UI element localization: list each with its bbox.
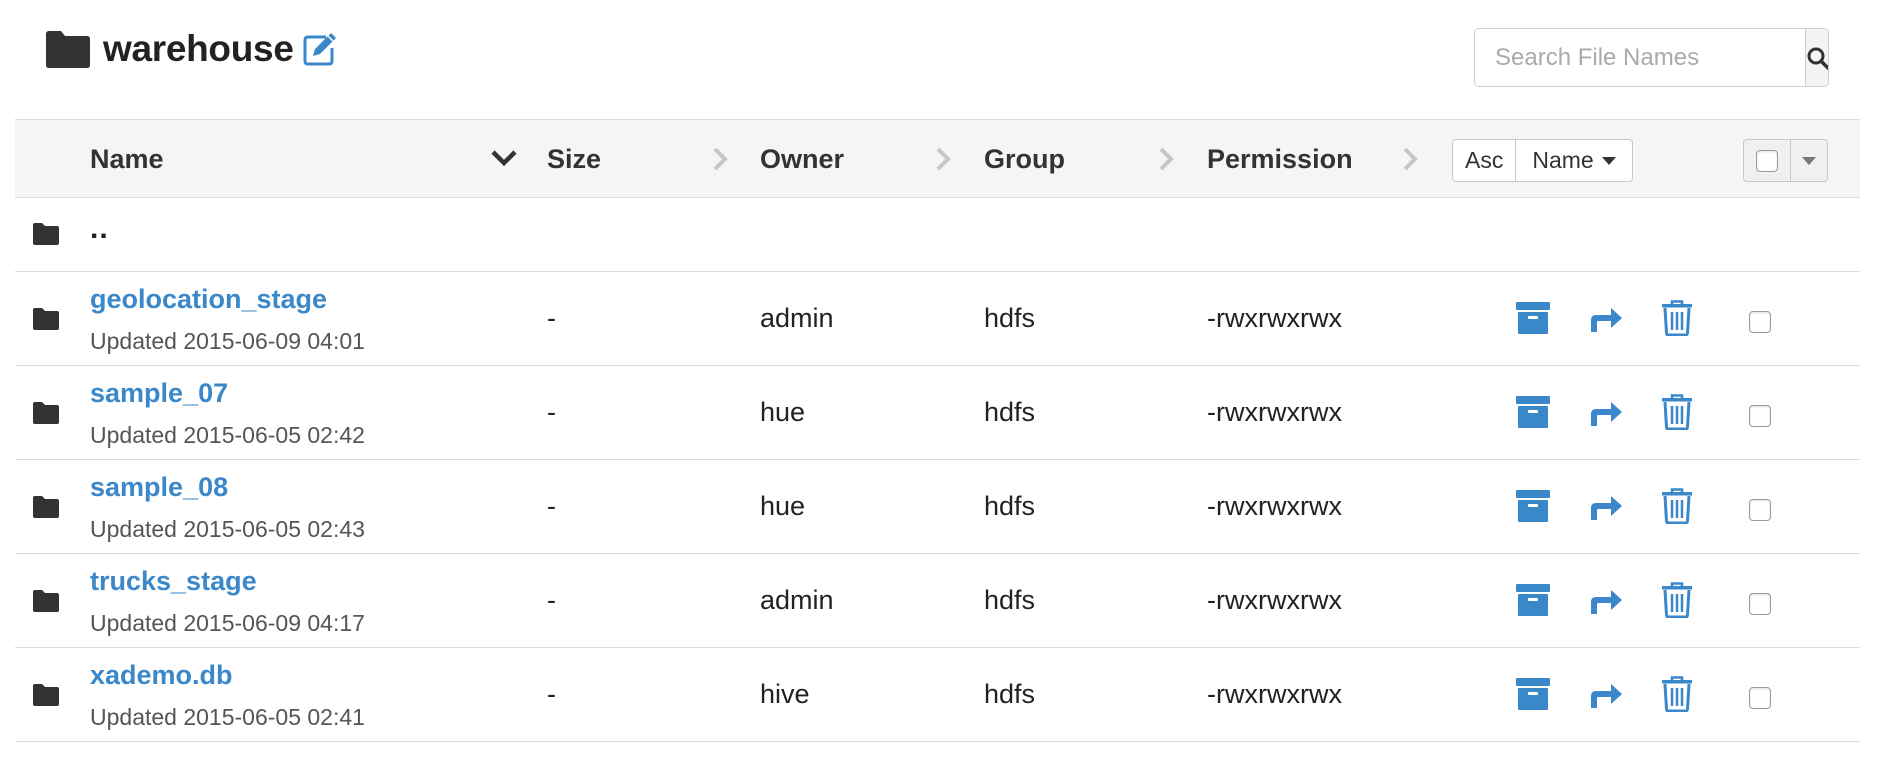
file-size: - [547,397,556,427]
file-permission: -rwxrwxrwx [1207,585,1342,615]
folder-icon [32,307,60,331]
file-name-link[interactable]: xademo.db [90,660,233,691]
search-button[interactable] [1805,29,1828,86]
parent-directory-row[interactable]: .. [15,198,1860,272]
edit-icon[interactable] [302,31,338,67]
archive-icon[interactable] [1515,394,1551,430]
chevron-right-icon[interactable] [1398,144,1422,174]
file-size: - [547,303,556,333]
file-updated-text: Updated 2015-06-09 04:17 [90,610,365,636]
file-size: - [547,679,556,709]
file-group: hdfs [984,397,1036,427]
move-icon[interactable] [1589,398,1623,428]
move-icon[interactable] [1589,492,1623,522]
file-group: hdfs [984,679,1036,709]
column-header-size[interactable]: Size [547,120,601,199]
search-box [1474,28,1829,87]
file-updated-text: Updated 2015-06-05 02:43 [90,516,365,542]
column-header-name[interactable]: Name [90,120,164,199]
sort-field-dropdown[interactable]: Name [1515,140,1631,181]
sort-order-button[interactable]: Asc [1453,140,1515,181]
file-owner: hue [760,397,806,427]
file-size: - [547,585,556,615]
table-row[interactable]: geolocation_stage Updated 2015-06-09 04:… [15,272,1860,366]
folder-icon [32,495,60,519]
row-checkbox[interactable] [1749,405,1771,427]
move-icon[interactable] [1589,680,1623,710]
archive-icon[interactable] [1515,676,1551,712]
table-row[interactable]: sample_07 Updated 2015-06-05 02:42 - hue… [15,366,1860,460]
folder-icon [32,589,60,613]
folder-icon [46,31,90,68]
file-name-link[interactable]: sample_07 [90,378,228,409]
trash-icon[interactable] [1661,582,1693,618]
table-header: Name Size Owner Group Permission Asc Nam… [15,119,1860,198]
file-owner: hue [760,491,806,521]
chevron-right-icon[interactable] [1154,144,1178,174]
folder-icon [32,222,60,246]
file-owner: admin [760,303,834,333]
file-updated-text: Updated 2015-06-05 02:41 [90,704,365,730]
file-group: hdfs [984,303,1036,333]
sort-control: Asc Name [1452,139,1633,182]
row-checkbox[interactable] [1749,499,1771,521]
trash-icon[interactable] [1661,394,1693,430]
row-checkbox[interactable] [1749,687,1771,709]
table-row[interactable]: trucks_stage Updated 2015-06-09 04:17 - … [15,554,1860,648]
file-permission: -rwxrwxrwx [1207,397,1342,427]
select-all-control [1743,139,1828,182]
table-row[interactable]: sample_08 Updated 2015-06-05 02:43 - hue… [15,460,1860,554]
file-name-link[interactable]: sample_08 [90,472,228,503]
trash-icon[interactable] [1661,488,1693,524]
chevron-right-icon[interactable] [931,144,955,174]
caret-down-icon [1601,156,1616,165]
table-row[interactable]: xademo.db Updated 2015-06-05 02:41 - hiv… [15,648,1860,742]
move-icon[interactable] [1589,304,1623,334]
file-owner: hive [760,679,810,709]
file-permission: -rwxrwxrwx [1207,491,1342,521]
caret-down-icon [1802,156,1816,165]
move-icon[interactable] [1589,586,1623,616]
file-name-link[interactable]: trucks_stage [90,566,257,597]
select-all-checkbox-area[interactable] [1744,140,1791,181]
select-all-dropdown[interactable] [1791,140,1827,181]
file-group: hdfs [984,585,1036,615]
file-table: Name Size Owner Group Permission Asc Nam… [15,119,1860,742]
folder-icon [32,401,60,425]
search-input[interactable] [1475,29,1805,86]
file-updated-text: Updated 2015-06-09 04:01 [90,328,365,354]
archive-icon[interactable] [1515,300,1551,336]
row-checkbox[interactable] [1749,593,1771,615]
row-checkbox[interactable] [1749,311,1771,333]
column-header-group[interactable]: Group [984,120,1065,199]
file-updated-text: Updated 2015-06-05 02:42 [90,422,365,448]
sort-field-label: Name [1532,147,1594,173]
file-size: - [547,491,556,521]
select-all-checkbox[interactable] [1756,149,1778,172]
chevron-right-icon[interactable] [708,144,732,174]
file-name-link[interactable]: geolocation_stage [90,284,327,315]
search-icon [1807,47,1828,70]
archive-icon[interactable] [1515,488,1551,524]
file-group: hdfs [984,491,1036,521]
file-permission: -rwxrwxrwx [1207,679,1342,709]
file-permission: -rwxrwxrwx [1207,303,1342,333]
page-title: warehouse [103,28,294,69]
trash-icon[interactable] [1661,300,1693,336]
trash-icon[interactable] [1661,676,1693,712]
column-header-owner[interactable]: Owner [760,120,844,199]
parent-directory-link[interactable]: .. [90,212,109,246]
page-header: warehouse [45,24,338,74]
folder-icon [32,683,60,707]
chevron-down-icon[interactable] [489,146,519,170]
column-header-permission[interactable]: Permission [1207,120,1353,199]
archive-icon[interactable] [1515,582,1551,618]
file-owner: admin [760,585,834,615]
